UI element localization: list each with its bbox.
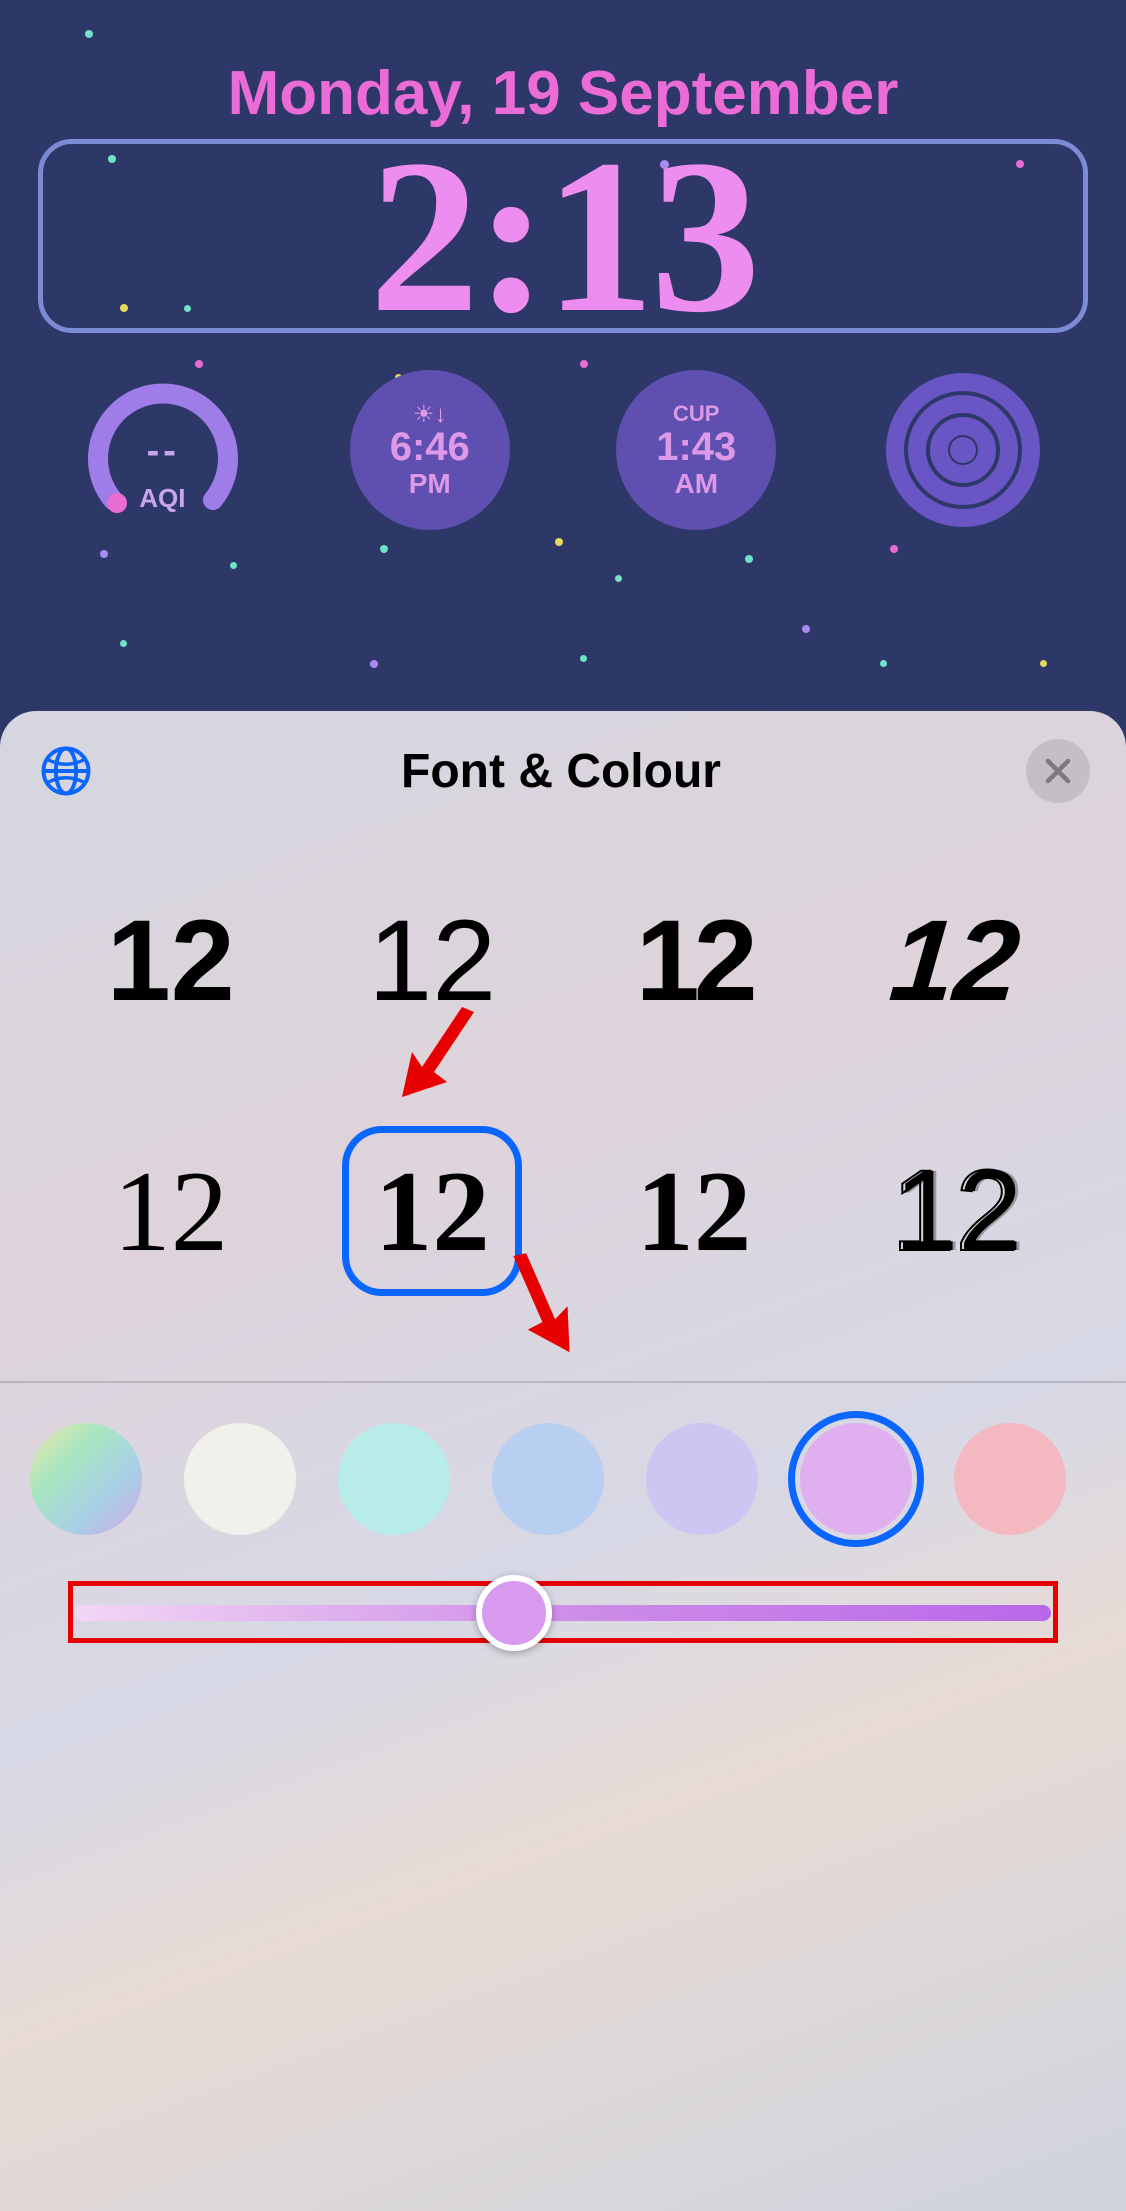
star-dot	[120, 640, 127, 647]
star-dot	[802, 625, 810, 633]
close-button[interactable]	[1026, 739, 1090, 803]
clock-time: 2:13	[369, 126, 756, 346]
font-option-7[interactable]: 12	[604, 1126, 784, 1296]
tint-slider[interactable]	[75, 1605, 1051, 1621]
sunset-time: 6:46	[390, 425, 470, 470]
sunset-period: PM	[409, 468, 451, 500]
color-swatch-gradient[interactable]	[30, 1423, 142, 1535]
world-clock-time: 1:43	[656, 425, 736, 470]
font-sample: 12	[636, 904, 752, 1019]
star-dot	[1040, 660, 1047, 667]
widget-world-clock[interactable]: CUP 1:43 AM	[606, 360, 786, 540]
font-option-2[interactable]: 12	[342, 876, 522, 1046]
color-swatch-white[interactable]	[184, 1423, 296, 1535]
clock-editor-box[interactable]: 2:13	[38, 139, 1088, 333]
star-dot	[890, 545, 898, 553]
widget-row: -- AQI ☀↓ 6:46 PM CUP 1:43 AM	[0, 360, 1126, 540]
font-sample: 12	[636, 1154, 751, 1269]
font-grid: 12 12 12 12 12 12 12 12	[0, 831, 1126, 1381]
font-colour-sheet: Font & Colour 12 12 12 12 12 12 12 12	[0, 711, 1126, 2211]
world-clock-city: CUP	[673, 401, 719, 427]
close-icon	[1043, 756, 1073, 786]
world-clock-period: AM	[674, 468, 718, 500]
star-dot	[370, 660, 378, 668]
font-sample: 12	[886, 904, 1024, 1019]
sheet-title: Font & Colour	[401, 744, 721, 799]
star-dot	[85, 30, 93, 38]
font-sample: 12	[375, 1154, 490, 1269]
tint-slider-area	[0, 1565, 1126, 1681]
font-option-6[interactable]: 12	[342, 1126, 522, 1296]
tint-slider-thumb[interactable]	[476, 1575, 552, 1651]
color-row[interactable]	[0, 1383, 1126, 1565]
star-dot	[230, 562, 237, 569]
font-option-1[interactable]: 12	[81, 876, 261, 1046]
widget-sunset[interactable]: ☀↓ 6:46 PM	[340, 360, 520, 540]
font-sample: 12	[368, 904, 496, 1019]
star-dot	[880, 660, 887, 667]
font-option-3[interactable]: 12	[604, 876, 784, 1046]
color-swatch-lavender[interactable]	[646, 1423, 758, 1535]
color-swatch-teal[interactable]	[338, 1423, 450, 1535]
widget-aqi[interactable]: -- AQI	[73, 360, 253, 540]
star-dot	[380, 545, 388, 553]
font-option-8[interactable]: 12	[865, 1126, 1045, 1296]
widget-activity-rings[interactable]	[873, 360, 1053, 540]
font-option-5[interactable]: 12	[81, 1126, 261, 1296]
star-dot	[615, 575, 622, 582]
globe-icon	[39, 744, 93, 798]
font-sample: 12	[107, 904, 235, 1019]
font-option-4[interactable]: 12	[865, 876, 1045, 1046]
font-sample: 12	[891, 1154, 1019, 1269]
star-dot	[100, 550, 108, 558]
star-dot	[580, 655, 587, 662]
color-swatch-rose[interactable]	[954, 1423, 1066, 1535]
color-swatch-pink[interactable]	[800, 1423, 912, 1535]
font-sample: 12	[113, 1154, 228, 1269]
aqi-label: AQI	[139, 483, 243, 514]
star-dot	[745, 555, 753, 563]
sheet-header: Font & Colour	[0, 711, 1126, 831]
color-swatch-blue[interactable]	[492, 1423, 604, 1535]
aqi-value: --	[83, 430, 243, 473]
numerals-locale-button[interactable]	[36, 741, 96, 801]
